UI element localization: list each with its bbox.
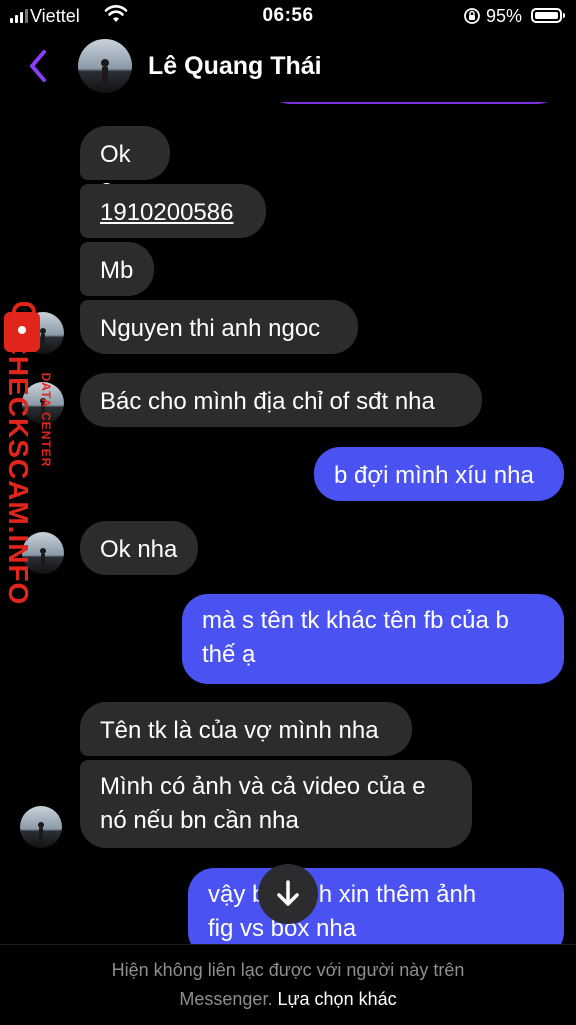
message-bubble-incoming[interactable]: Ok ạ <box>80 126 170 202</box>
unavailable-notice-text: Hiện không liên lạc được với người này t… <box>111 960 465 980</box>
contact-avatar[interactable] <box>78 39 132 93</box>
watermark-subtitle: DATA CENTER <box>39 372 53 468</box>
unavailable-notice-bar: Hiện không liên lạc được với người này t… <box>0 944 576 1025</box>
back-chevron-icon[interactable] <box>24 46 54 86</box>
message-bubble-incoming-phone-link[interactable]: 1910200586 <box>80 184 266 238</box>
message-bubble-incoming[interactable]: Ok nha <box>80 521 198 575</box>
battery-icon <box>531 8 565 23</box>
conversation-header: Lê Quang Thái <box>0 34 576 102</box>
rotation-lock-icon <box>463 7 481 30</box>
message-line: Mình có ảnh và cả video của e <box>100 773 426 800</box>
arrow-down-icon <box>258 880 318 928</box>
watermark-brand: CHECKSCAM.INFO <box>3 334 34 606</box>
message-bubble-incoming[interactable]: Nguyen thi anh ngoc <box>80 300 358 354</box>
message-bubble-incoming[interactable]: Tên tk là của vợ mình nha <box>80 702 412 756</box>
contact-name[interactable]: Lê Quang Thái <box>148 52 322 81</box>
status-bar: Viettel 06:56 95% <box>0 0 576 34</box>
battery-percent: 95% <box>486 6 523 26</box>
scroll-to-bottom-button[interactable] <box>258 864 318 924</box>
message-bubble-incoming[interactable]: Bác cho mình địa chỉ of sđt nha <box>80 373 482 427</box>
message-bubble-incoming[interactable]: Mình có ảnh và cả video của e nó nếu bn … <box>80 760 472 848</box>
message-line: nó nếu bn cần nha <box>100 807 299 834</box>
unavailable-notice-text-line2: Messenger. <box>179 989 273 1009</box>
contact-avatar-small <box>20 806 62 848</box>
message-bubble-incoming[interactable]: Mb <box>80 242 154 296</box>
message-bubble-outgoing[interactable]: b đợi mình xíu nha <box>314 447 564 501</box>
message-bubble-outgoing[interactable]: mà s tên tk khác tên fb của b thế ạ <box>182 594 564 684</box>
message-line: thế ạ <box>202 641 256 668</box>
other-options-link[interactable]: Lựa chọn khác <box>277 989 396 1009</box>
message-line: mà s tên tk khác tên fb của b <box>202 607 509 634</box>
